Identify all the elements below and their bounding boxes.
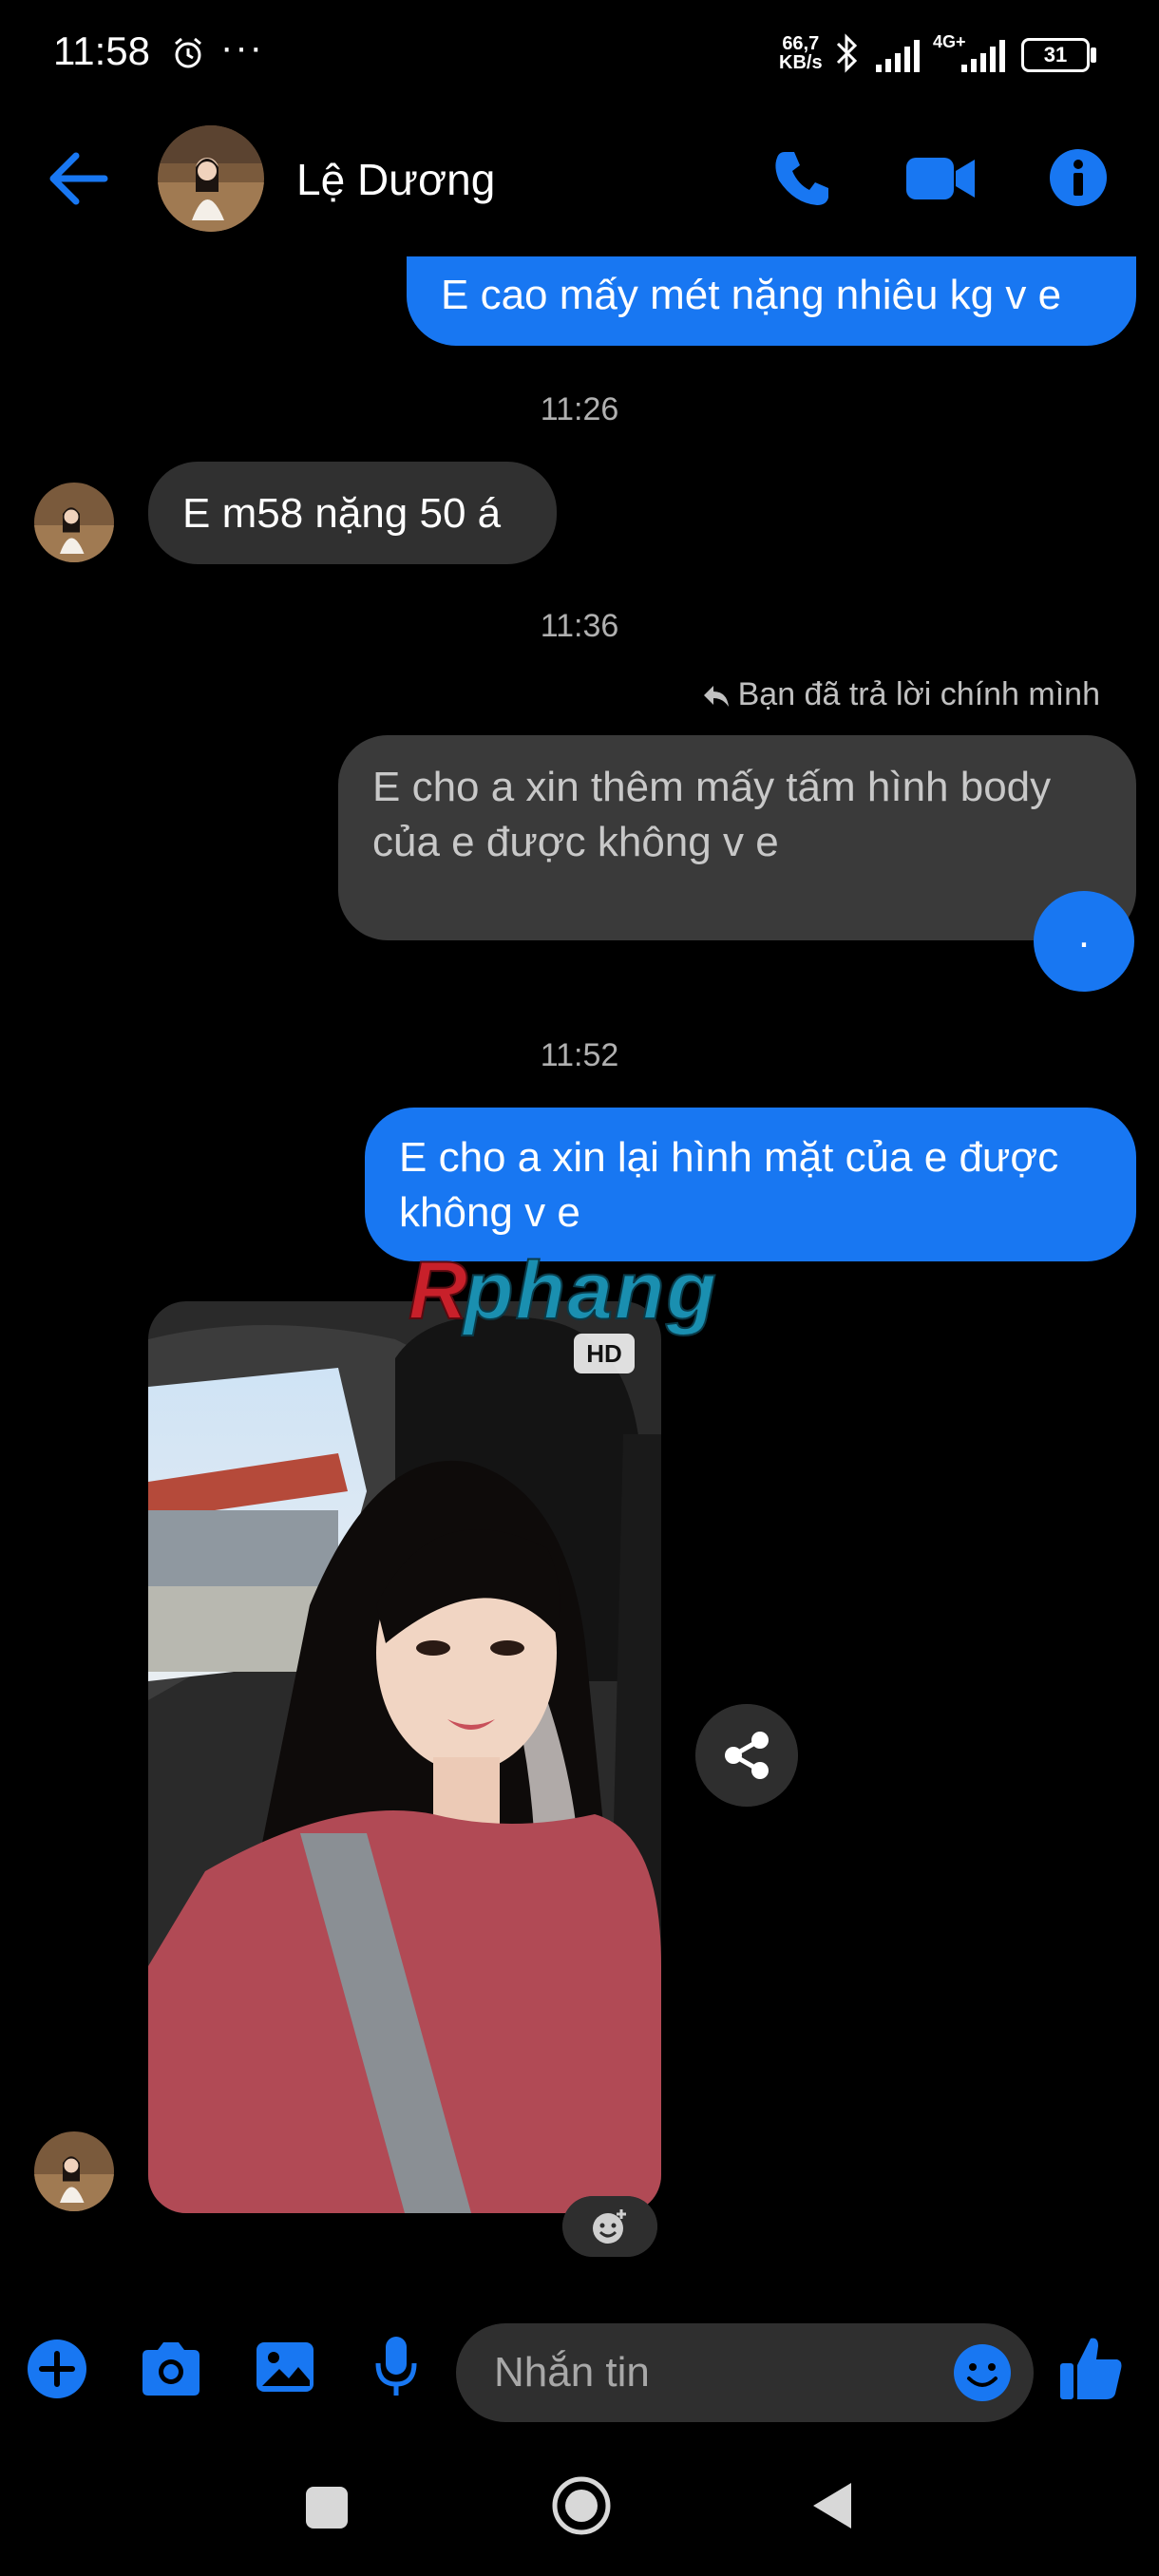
message-input[interactable]: Nhắn tin bbox=[456, 2323, 1034, 2422]
seen-indicator: . bbox=[1034, 891, 1134, 992]
emoji-icon[interactable] bbox=[952, 2342, 1013, 2403]
outgoing-message[interactable]: E cho a xin lại hình mặt của e được khôn… bbox=[365, 1108, 1136, 1261]
plus-icon[interactable] bbox=[27, 2339, 87, 2399]
message-timestamp: 11:26 bbox=[540, 391, 619, 427]
phone-icon[interactable] bbox=[771, 148, 832, 209]
message-timestamp: 11:52 bbox=[540, 1037, 619, 1073]
gallery-icon[interactable] bbox=[255, 2339, 315, 2396]
message-timestamp: 11:36 bbox=[540, 608, 619, 644]
reply-indicator: Bạn đã trả lời chính mình bbox=[702, 676, 1100, 713]
status-more-icon: ··· bbox=[220, 27, 264, 68]
battery-icon-tip bbox=[1091, 47, 1096, 63]
photo-image bbox=[148, 1301, 661, 2213]
video-icon[interactable] bbox=[904, 154, 977, 203]
contact-name[interactable]: Lệ Dương bbox=[296, 154, 495, 205]
outgoing-message[interactable]: E cao mấy mét nặng nhiêu kg v e bbox=[407, 256, 1136, 346]
nav-home-button[interactable] bbox=[551, 2475, 612, 2536]
avatar-image bbox=[34, 2131, 114, 2211]
photo-message[interactable] bbox=[148, 1301, 661, 2213]
avatar-image bbox=[34, 483, 114, 562]
reply-arrow-icon bbox=[703, 686, 729, 708]
reply-indicator-text: Bạn đã trả lời chính mình bbox=[737, 676, 1100, 712]
watermark-logo-image: R phang bbox=[408, 1244, 718, 1337]
battery-level: 31 bbox=[1021, 38, 1090, 72]
incoming-message[interactable]: E m58 nặng 50 á bbox=[148, 462, 557, 564]
back-arrow-icon[interactable] bbox=[48, 150, 110, 207]
outgoing-message-reply[interactable]: E cho a xin thêm mấy tấm hình body của e… bbox=[338, 735, 1136, 940]
status-time: 11:58 bbox=[53, 28, 150, 73]
contact-avatar[interactable] bbox=[158, 125, 264, 232]
nav-back-button[interactable] bbox=[809, 2479, 853, 2532]
share-icon[interactable] bbox=[695, 1704, 798, 1807]
svg-text:R: R bbox=[408, 1245, 469, 1336]
nav-recents-button[interactable] bbox=[306, 2487, 348, 2529]
bluetooth-icon bbox=[836, 33, 858, 73]
contact-avatar-small[interactable] bbox=[34, 483, 114, 562]
info-icon[interactable] bbox=[1049, 148, 1108, 207]
camera-icon[interactable] bbox=[139, 2340, 203, 2397]
mic-icon[interactable] bbox=[372, 2335, 420, 2399]
network-speed-unit: KB/s bbox=[779, 52, 823, 73]
like-icon[interactable] bbox=[1058, 2333, 1125, 2403]
watermark-logo: R phang bbox=[408, 1244, 750, 1359]
signal-icon bbox=[876, 40, 920, 72]
network-speed-value: 66,7 bbox=[782, 33, 820, 54]
signal-icon-2 bbox=[961, 40, 1005, 72]
avatar-image bbox=[158, 125, 264, 232]
add-reaction-icon[interactable] bbox=[562, 2196, 657, 2257]
svg-text:phang: phang bbox=[462, 1245, 718, 1336]
alarm-icon bbox=[175, 37, 201, 68]
network-speed: 66,7 KB/s bbox=[779, 34, 823, 72]
contact-avatar-small[interactable] bbox=[34, 2131, 114, 2211]
